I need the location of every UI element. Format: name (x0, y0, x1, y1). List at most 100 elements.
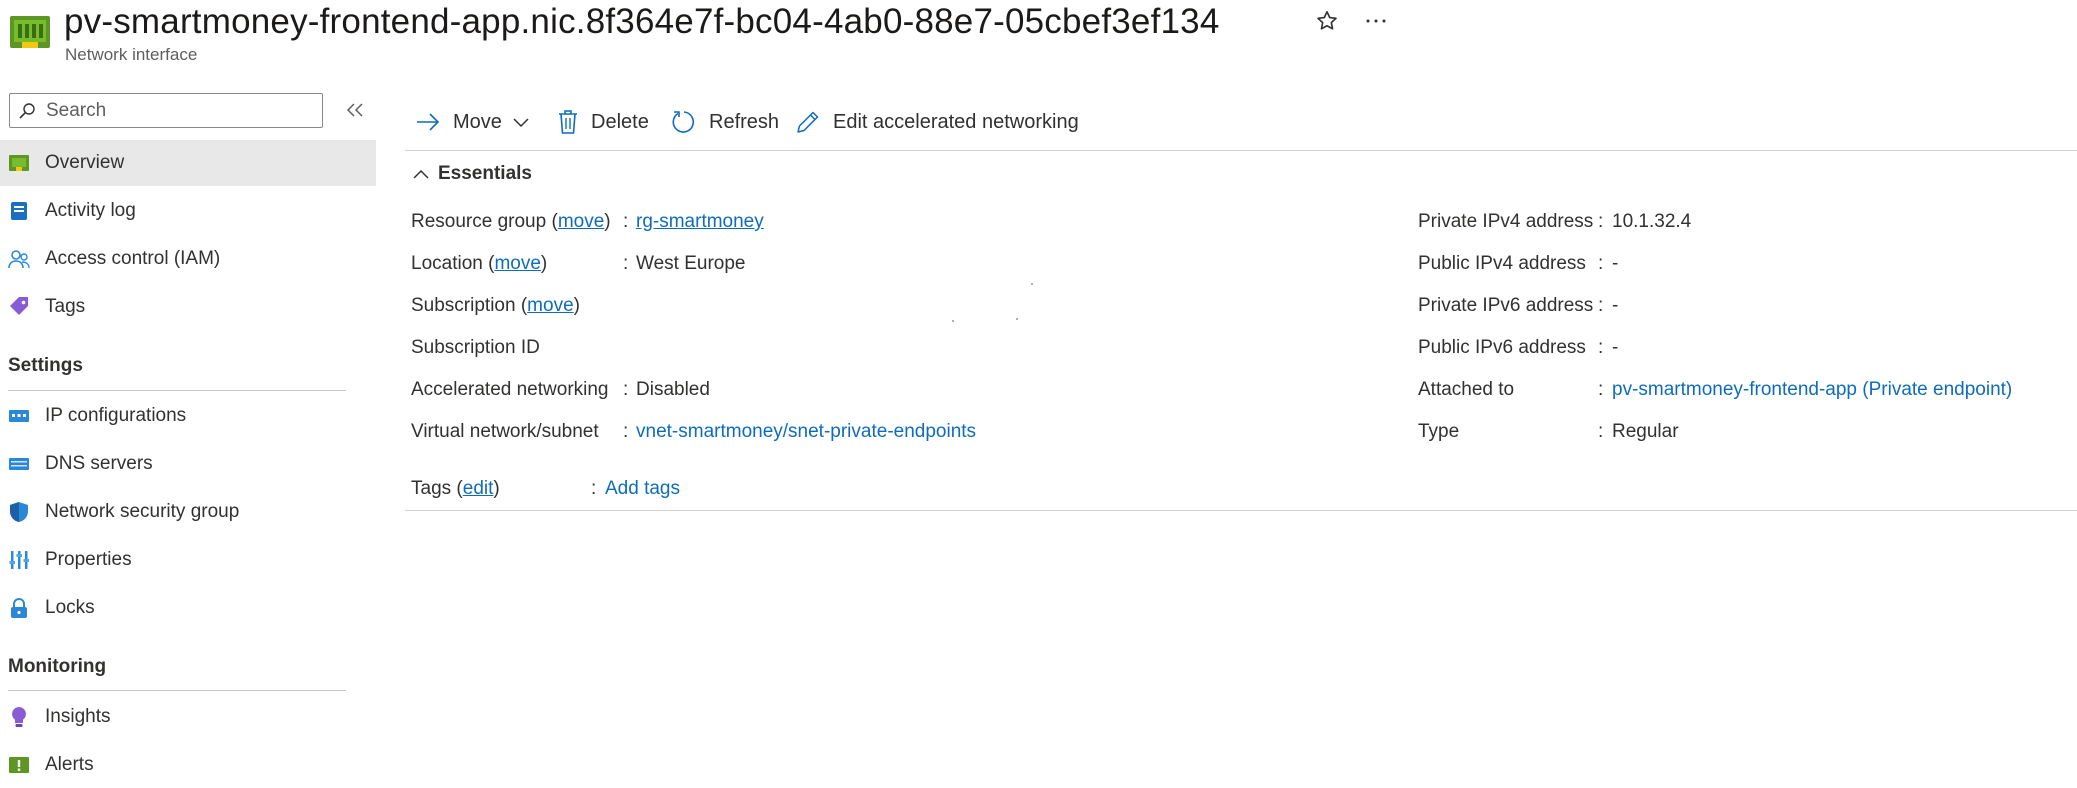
refresh-icon (672, 111, 695, 133)
redaction-mark (952, 320, 954, 322)
colon: : (623, 379, 629, 400)
settings-section-header: Settings (8, 355, 83, 376)
public-ipv4-value: - (1612, 253, 1619, 274)
sidebar-item-overview[interactable]: Overview (0, 140, 376, 186)
page-subtitle: Network interface (65, 45, 198, 64)
subscription-label: Subscription (move) (411, 295, 580, 316)
subscription-label-text: Subscription (411, 295, 516, 316)
move-button[interactable]: Move (415, 102, 532, 142)
tags-label-text: Tags (411, 478, 452, 499)
essentials-divider (405, 510, 2077, 511)
sidebar-item-ip-configurations[interactable]: IP configurations (0, 393, 376, 439)
sidebar-item-dns-servers[interactable]: DNS servers (0, 441, 376, 487)
colon: : (623, 253, 629, 274)
sidebar-item-activity-log[interactable]: Activity log (0, 188, 376, 234)
sidebar-item-label: Tags (45, 296, 86, 317)
search-icon (19, 102, 35, 119)
attached-to-link[interactable]: pv-smartmoney-frontend-app (Private endp… (1612, 379, 2012, 401)
search-input[interactable] (44, 95, 314, 126)
more-icon[interactable] (1362, 8, 1390, 34)
trash-icon (559, 110, 577, 134)
chevron-down-icon[interactable] (510, 112, 532, 132)
collapse-sidebar-icon[interactable] (343, 98, 367, 122)
network-interface-icon (10, 16, 50, 48)
subscription-move-link[interactable]: move (527, 295, 573, 316)
alert-icon (9, 757, 29, 773)
sidebar-item-label: Properties (45, 549, 132, 570)
colon: : (623, 421, 629, 442)
vnet-subnet-link[interactable]: vnet-smartmoney/snet-private-endpoints (636, 421, 976, 443)
sidebar-item-network-security-group[interactable]: Network security group (0, 489, 376, 535)
private-ipv6-value: - (1612, 295, 1619, 316)
accelerated-networking-value: Disabled (636, 379, 710, 400)
type-value: Regular (1612, 421, 1679, 442)
sidebar-item-insights[interactable]: Insights (0, 694, 376, 740)
sidebar-item-label: Access control (IAM) (45, 248, 221, 269)
page-header: pv-smartmoney-frontend-app.nic.8f364e7f-… (0, 0, 2077, 80)
delete-button[interactable]: Delete (557, 102, 649, 142)
edit-accelerated-networking-button[interactable]: Edit accelerated networking (795, 102, 1079, 142)
colon: : (1598, 379, 1604, 400)
attached-to-label: Attached to (1418, 379, 1515, 400)
activity-log-icon (11, 202, 27, 220)
location-move-link[interactable]: move (494, 253, 540, 274)
shield-icon (10, 502, 28, 522)
colon: : (623, 211, 629, 232)
sidebar-item-iam[interactable]: Access control (IAM) (0, 236, 376, 282)
essentials-toggle[interactable]: Essentials (412, 160, 532, 188)
colon: : (1598, 253, 1604, 274)
private-ipv6-label: Private IPv6 address (1418, 295, 1594, 316)
tags-label: Tags (edit) (411, 478, 500, 499)
location-label: Location (move) (411, 253, 548, 274)
public-ipv6-value: - (1612, 337, 1619, 358)
star-icon[interactable] (1314, 8, 1340, 34)
delete-label: Delete (591, 110, 649, 133)
overview-icon (9, 155, 29, 171)
sidebar-item-locks[interactable]: Locks (0, 585, 376, 631)
dns-icon (9, 458, 29, 470)
refresh-label: Refresh (709, 110, 780, 133)
insights-icon (12, 707, 26, 727)
toolbar-divider (405, 150, 2077, 151)
sidebar-item-alerts[interactable]: Alerts (0, 742, 376, 788)
refresh-button[interactable]: Refresh (671, 102, 779, 142)
page-title: pv-smartmoney-frontend-app.nic.8f364e7f-… (64, 2, 1220, 41)
arrow-right-icon (417, 113, 440, 131)
location-label-text: Location (411, 253, 483, 274)
sidebar-item-properties[interactable]: Properties (0, 537, 376, 583)
resource-group-label: Resource group (move) (411, 211, 611, 232)
sidebar-item-label: Network security group (45, 501, 240, 522)
monitoring-section-header: Monitoring (8, 656, 107, 677)
move-label: Move (453, 110, 502, 133)
sidebar-item-label: Overview (45, 152, 125, 173)
redaction-mark (1016, 318, 1018, 320)
public-ipv4-label: Public IPv4 address (1418, 253, 1586, 274)
ip-config-icon (9, 410, 29, 422)
properties-icon (9, 551, 29, 569)
sidebar-item-label: Activity log (45, 200, 136, 221)
essentials-label: Essentials (438, 163, 532, 184)
sidebar-item-label: DNS servers (45, 453, 153, 474)
private-ipv4-value: 10.1.32.4 (1612, 211, 1692, 232)
colon: : (1598, 295, 1604, 316)
lock-icon (11, 598, 27, 618)
colon: : (1598, 337, 1604, 358)
edit-accel-label: Edit accelerated networking (833, 110, 1079, 133)
resource-group-label-text: Resource group (411, 211, 547, 232)
chevron-up-icon (413, 169, 429, 179)
iam-icon (8, 250, 30, 269)
tag-icon (10, 297, 28, 315)
sidebar-item-label: Locks (45, 597, 95, 618)
sidebar-item-tags[interactable]: Tags (0, 284, 376, 330)
public-ipv6-label: Public IPv6 address (1418, 337, 1586, 358)
accelerated-networking-label: Accelerated networking (411, 379, 609, 400)
resource-group-link[interactable]: rg-smartmoney (636, 211, 764, 233)
section-divider (8, 390, 346, 391)
colon: : (1598, 211, 1604, 232)
search-box[interactable] (9, 93, 323, 128)
type-label: Type (1418, 421, 1460, 442)
resource-group-move-link[interactable]: move (558, 211, 604, 232)
tags-edit-link[interactable]: edit (463, 478, 494, 499)
subscription-id-label: Subscription ID (411, 337, 540, 358)
add-tags-link[interactable]: Add tags (605, 478, 680, 500)
